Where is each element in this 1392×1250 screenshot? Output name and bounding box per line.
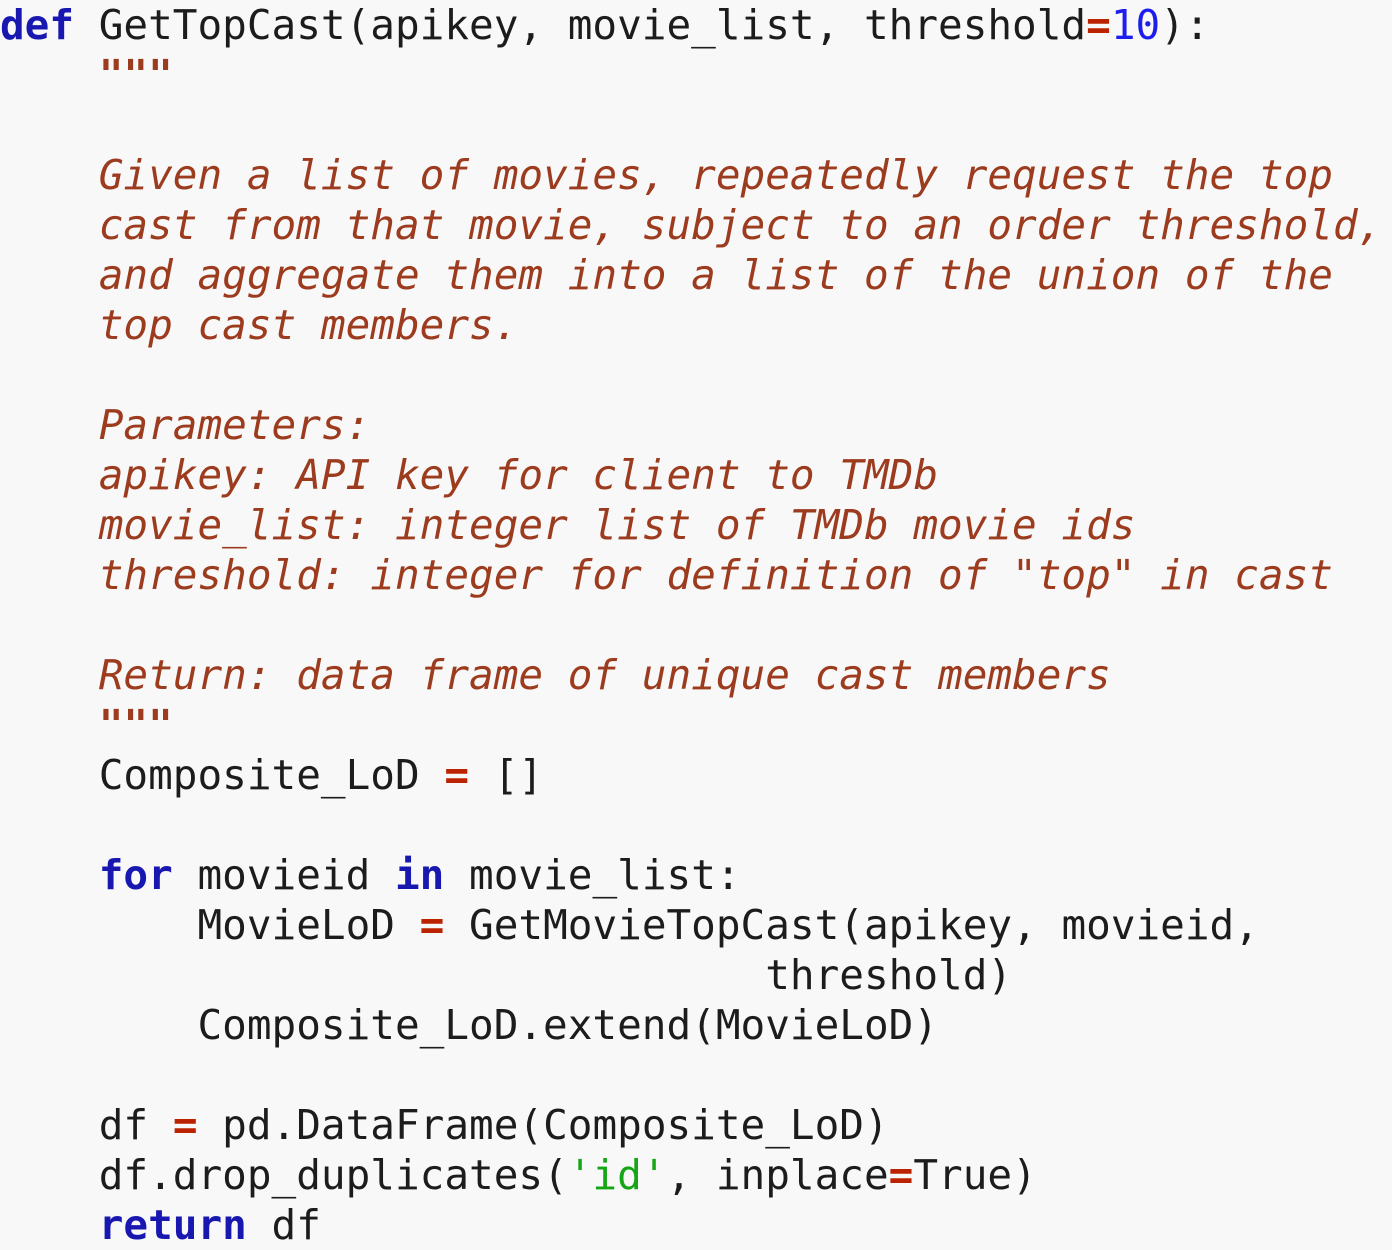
code-token-plain: ):: [1160, 1, 1210, 49]
code-line: df = pd.DataFrame(Composite_LoD): [0, 1100, 1392, 1150]
code-token-plain: pd.DataFrame(Composite_LoD): [197, 1101, 889, 1149]
code-token-plain: movie_list:: [444, 851, 741, 899]
code-token-op: =: [444, 751, 470, 799]
code-token-plain: True): [913, 1151, 1037, 1199]
code-line: MovieLoD = GetMovieTopCast(apikey, movie…: [0, 900, 1392, 950]
code-token-num: 10: [1110, 1, 1161, 49]
code-line: """: [0, 50, 1392, 100]
code-token-plain: Composite_LoD.extend(MovieLoD): [197, 1001, 939, 1049]
code-token-doc-quote: """: [98, 701, 173, 749]
code-line: Composite_LoD.extend(MovieLoD): [0, 1000, 1392, 1050]
code-token-doc: and aggregate them into a list of the un…: [98, 251, 1333, 299]
code-line: [0, 600, 1392, 650]
code-token-op: =: [172, 1101, 198, 1149]
code-line: top cast members.: [0, 300, 1392, 350]
code-token-kw: for: [98, 851, 173, 899]
code-line: [0, 800, 1392, 850]
code-line: and aggregate them into a list of the un…: [0, 250, 1392, 300]
code-token-doc: cast from that movie, subject to an orde…: [98, 201, 1383, 249]
code-token-kw: return: [98, 1201, 247, 1249]
code-token-doc: Return: data frame of unique cast member…: [98, 651, 1111, 699]
code-token-doc: Given a list of movies, repeatedly reque…: [98, 151, 1333, 199]
code-line: movie_list: integer list of TMDb movie i…: [0, 500, 1392, 550]
code-token-doc: threshold: integer for definition of "to…: [98, 551, 1333, 599]
code-token-plain: df: [98, 1101, 173, 1149]
code-token-plain: df.drop_duplicates(: [98, 1151, 568, 1199]
python-code-listing: def GetTopCast(apikey, movie_list, thres…: [0, 0, 1392, 1249]
code-token-kw: def: [0, 1, 75, 49]
code-token-plain: GetTopCast(apikey, movie_list, threshold: [74, 1, 1087, 49]
code-line: [0, 350, 1392, 400]
code-token-op: =: [888, 1151, 914, 1199]
code-token-plain: GetMovieTopCast(apikey, movieid,: [444, 901, 1259, 949]
code-token-sstr: 'id': [567, 1151, 667, 1199]
code-line: [0, 1050, 1392, 1100]
code-token-plain: []: [469, 751, 544, 799]
code-line: Return: data frame of unique cast member…: [0, 650, 1392, 700]
code-token-plain: movieid: [172, 851, 395, 899]
code-token-doc-quote: """: [98, 51, 173, 99]
code-line: def GetTopCast(apikey, movie_list, thres…: [0, 0, 1392, 50]
code-token-kw: in: [394, 851, 445, 899]
code-line: apikey: API key for client to TMDb: [0, 450, 1392, 500]
code-line: threshold: integer for definition of "to…: [0, 550, 1392, 600]
code-line: [0, 100, 1392, 150]
code-line: Parameters:: [0, 400, 1392, 450]
code-token-doc: top cast members.: [98, 301, 519, 349]
code-line: threshold): [0, 950, 1392, 1000]
code-token-plain: Composite_LoD: [98, 751, 445, 799]
code-line: """: [0, 700, 1392, 750]
code-token-doc: movie_list: integer list of TMDb movie i…: [98, 501, 1136, 549]
code-token-doc: Parameters:: [98, 401, 371, 449]
code-line: cast from that movie, subject to an orde…: [0, 200, 1392, 250]
code-token-doc: apikey: API key for client to TMDb: [98, 451, 939, 499]
code-line: Given a list of movies, repeatedly reque…: [0, 150, 1392, 200]
code-token-op: =: [1086, 1, 1111, 49]
code-token-op: =: [419, 901, 445, 949]
code-token-plain: df: [246, 1201, 321, 1249]
code-line: df.drop_duplicates('id', inplace=True): [0, 1150, 1392, 1200]
code-line: Composite_LoD = []: [0, 750, 1392, 800]
code-token-plain: , inplace: [666, 1151, 889, 1199]
code-token-plain: threshold): [765, 951, 1013, 999]
code-token-plain: MovieLoD: [197, 901, 420, 949]
code-line: for movieid in movie_list:: [0, 850, 1392, 900]
code-line: return df: [0, 1200, 1392, 1250]
